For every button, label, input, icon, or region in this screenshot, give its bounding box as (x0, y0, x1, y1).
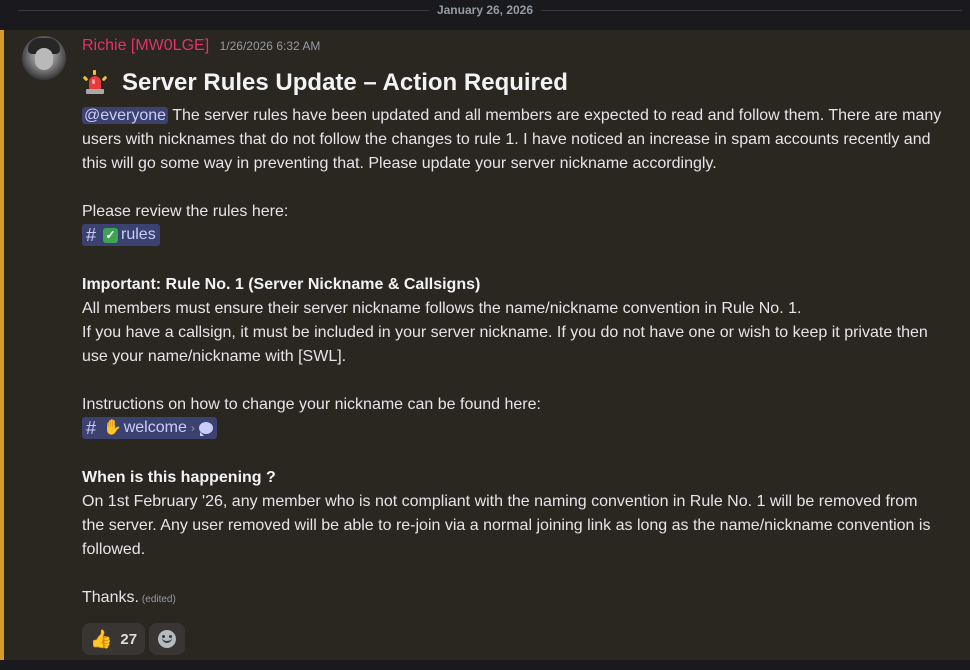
check-mark-icon: ✓ (103, 227, 119, 243)
date-divider: January 26, 2026 (0, 0, 970, 22)
timestamp[interactable]: 1/26/2026 6:32 AM (220, 39, 321, 53)
message-headline: Server Rules Update – Action Required (82, 68, 942, 98)
intro-paragraph: @everyone The server rules have been upd… (82, 104, 942, 176)
everyone-mention[interactable]: @everyone (82, 107, 169, 124)
intro-text: The server rules have been updated and a… (82, 107, 942, 172)
message-header: Richie [MW0LGE] 1/26/2026 6:32 AM (82, 36, 320, 56)
siren-icon (82, 70, 108, 96)
thumbs-up-icon: 👍 (90, 628, 113, 649)
hash-icon: # (86, 418, 97, 438)
bottom-bar (0, 660, 970, 670)
when-heading: When is this happening ? (82, 469, 276, 486)
add-reaction-button[interactable] (149, 623, 186, 655)
edited-label[interactable]: (edited) (142, 594, 176, 605)
when-text: On 1st February '26, any member who is n… (82, 493, 931, 558)
welcome-channel-link[interactable]: # ✋ welcome › (82, 417, 217, 439)
reactions-bar: 👍 27 (82, 623, 186, 655)
date-divider-label: January 26, 2026 (428, 2, 542, 18)
instructions-text: Instructions on how to change your nickn… (82, 396, 541, 413)
headline-text: Server Rules Update – Action Required (122, 69, 568, 96)
avatar[interactable] (22, 36, 66, 80)
rules-channel-link[interactable]: # ✓ rules (82, 224, 160, 246)
important-line-1: All members must ensure their server nic… (82, 300, 802, 317)
important-line-2: If you have a callsign, it must be inclu… (82, 324, 928, 365)
thanks-line: Thanks. (edited) (82, 586, 942, 612)
reaction-count: 27 (120, 630, 138, 648)
reaction-thumbs-up[interactable]: 👍 27 (82, 623, 146, 655)
username[interactable]: Richie [MW0LGE] (82, 37, 209, 54)
smiley-icon (158, 630, 177, 648)
review-text: Please review the rules here: (82, 203, 289, 220)
welcome-channel-name: welcome (123, 419, 187, 436)
thread-bubble-icon (198, 422, 213, 436)
message-content: Server Rules Update – Action Required @e… (82, 68, 942, 612)
chevron-right-icon: › (190, 421, 195, 435)
message[interactable]: Richie [MW0LGE] 1/26/2026 6:32 AM Server… (0, 30, 970, 660)
hash-icon: # (86, 225, 97, 245)
waving-hand-icon: ✋ (103, 419, 122, 436)
thanks-text: Thanks. (82, 589, 139, 606)
rules-channel-name: rules (121, 226, 156, 243)
important-heading: Important: Rule No. 1 (Server Nickname &… (82, 276, 481, 293)
